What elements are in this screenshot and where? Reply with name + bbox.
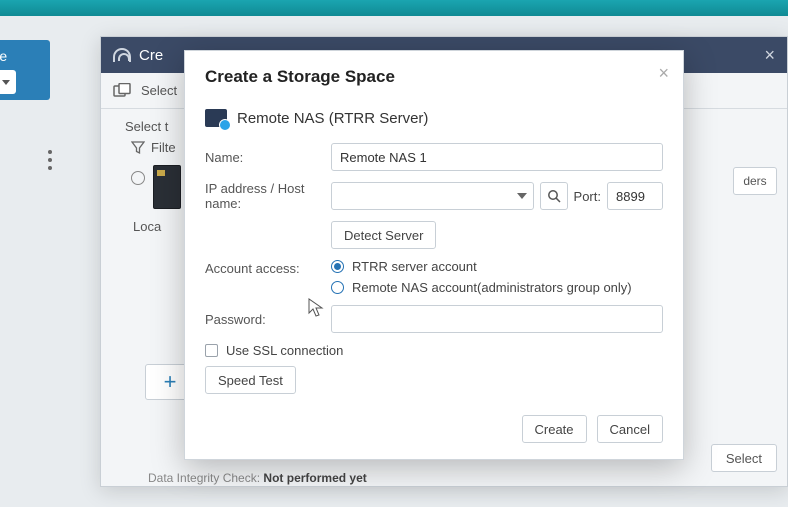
select-button-label: Select <box>726 451 762 466</box>
app-topbar <box>0 0 788 16</box>
ip-row: IP address / Host name: Port: <box>205 181 663 211</box>
nas-icon <box>205 109 227 127</box>
account-label: Account access: <box>205 259 331 276</box>
speed-test-button[interactable]: Speed Test <box>205 366 296 394</box>
account-row: Account access: RTRR server account Remo… <box>205 259 663 295</box>
radio-icon <box>331 260 344 273</box>
radio-icon[interactable] <box>131 171 145 185</box>
kebab-menu-icon[interactable] <box>48 150 52 170</box>
radio-rtrr[interactable]: RTRR server account <box>331 259 632 274</box>
sidebar-label: store <box>0 48 7 64</box>
checkbox-icon[interactable] <box>205 344 218 357</box>
port-label: Port: <box>574 189 601 204</box>
modal-header: Create a Storage Space × <box>185 51 683 97</box>
toolbar-select-label: Select <box>141 83 177 98</box>
right-panel-button-label: ders <box>743 174 766 188</box>
funnel-icon <box>131 141 145 155</box>
ssl-row[interactable]: Use SSL connection <box>205 343 663 358</box>
device-thumbnail <box>153 165 181 209</box>
close-icon[interactable]: × <box>658 63 669 84</box>
name-input[interactable] <box>331 143 663 171</box>
modal-title: Create a Storage Space <box>205 67 663 87</box>
name-label: Name: <box>205 150 331 165</box>
radio-icon <box>331 281 344 294</box>
search-icon <box>547 189 561 203</box>
close-icon[interactable]: × <box>764 45 775 66</box>
ip-combobox[interactable] <box>331 182 534 210</box>
copy-icon[interactable] <box>113 83 133 99</box>
detect-row: Detect Server <box>205 221 663 249</box>
port-input[interactable] <box>607 182 663 210</box>
chevron-down-icon <box>517 193 527 199</box>
server-type-label: Remote NAS (RTRR Server) <box>237 110 428 127</box>
integrity-label: Data Integrity Check: <box>148 471 260 485</box>
password-input[interactable] <box>331 305 663 333</box>
right-panel-button[interactable]: ders <box>733 167 777 195</box>
password-row: Password: <box>205 305 663 333</box>
cancel-button[interactable]: Cancel <box>597 415 663 443</box>
sync-icon <box>113 48 131 62</box>
ssl-label: Use SSL connection <box>226 343 343 358</box>
create-storage-modal: Create a Storage Space × Remote NAS (RTR… <box>184 50 684 460</box>
search-button[interactable] <box>540 182 568 210</box>
radio-remote-nas[interactable]: Remote NAS account(administrators group … <box>331 280 632 295</box>
modal-body: Remote NAS (RTRR Server) Name: IP addres… <box>185 97 683 409</box>
modal-footer: Create Cancel <box>185 409 683 459</box>
integrity-row: Data Integrity Check: Not performed yet <box>148 471 367 485</box>
sidebar-dropdown[interactable] <box>0 70 16 94</box>
select-button[interactable]: Select <box>711 444 777 472</box>
name-row: Name: <box>205 143 663 171</box>
create-button[interactable]: Create <box>522 415 587 443</box>
ip-label: IP address / Host name: <box>205 181 331 211</box>
detect-server-button[interactable]: Detect Server <box>331 221 436 249</box>
password-label: Password: <box>205 312 331 327</box>
server-type-row: Remote NAS (RTRR Server) <box>205 109 663 127</box>
integrity-value: Not performed yet <box>263 471 366 485</box>
parent-window-title: Cre <box>139 47 163 64</box>
filter-label: Filte <box>151 140 176 155</box>
sidebar-store[interactable]: store <box>0 40 50 100</box>
